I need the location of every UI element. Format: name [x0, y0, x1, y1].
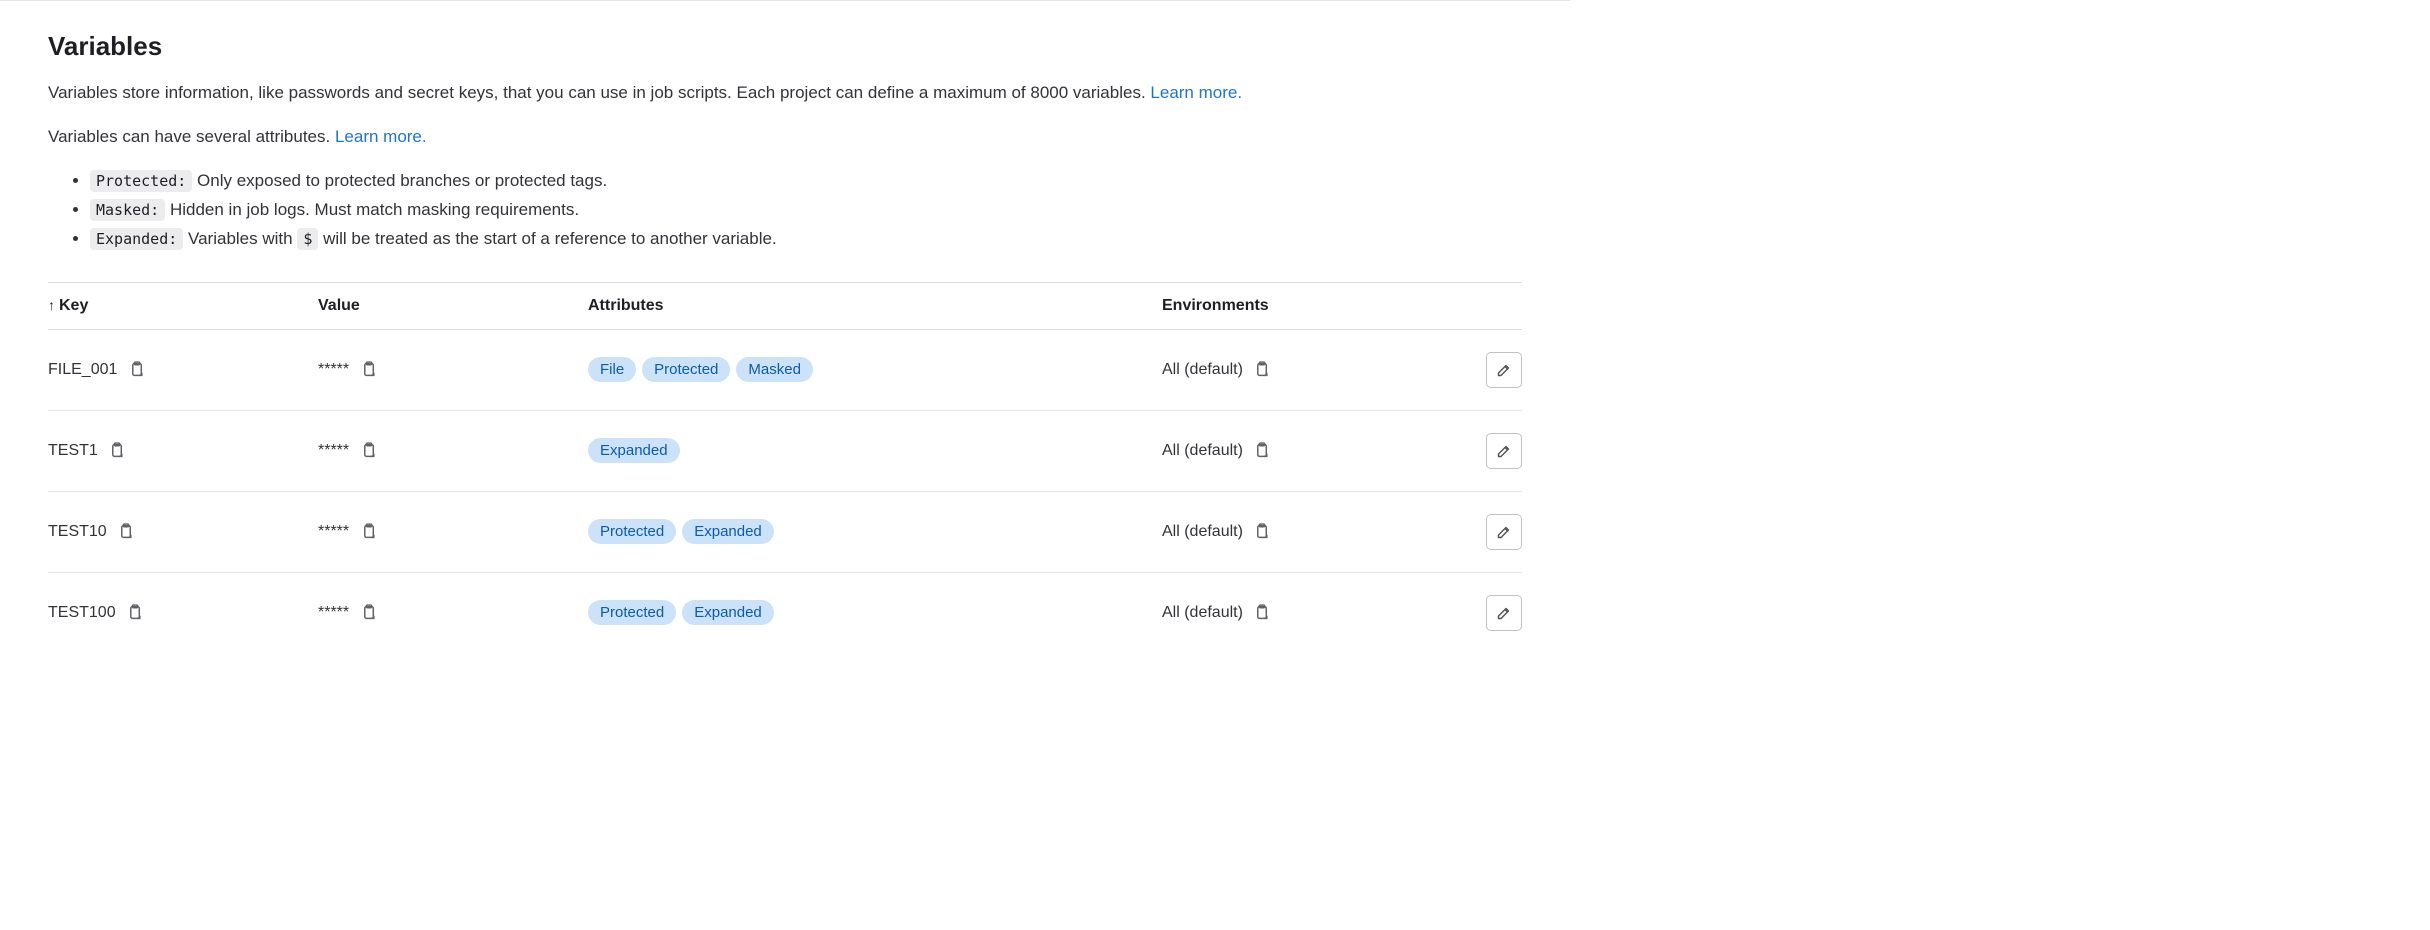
variable-key: FILE_001: [48, 361, 117, 378]
variable-environment: All (default): [1162, 442, 1243, 459]
variable-environment: All (default): [1162, 361, 1243, 378]
table-row: TEST100 ***** ProtectedExpanded All (defaul…: [48, 572, 1522, 653]
copy-key-button[interactable]: [106, 440, 128, 462]
attribute-badge: Expanded: [588, 438, 680, 464]
clipboard-icon: [360, 604, 377, 621]
clipboard-icon: [360, 523, 377, 540]
pencil-icon: [1496, 443, 1512, 459]
attr-def-protected: Protected: Only exposed to protected bra…: [90, 167, 1522, 196]
attribute-badge: Protected: [588, 519, 676, 545]
edit-variable-button[interactable]: [1486, 514, 1522, 550]
attr-def-expanded-pre: Variables with: [188, 229, 297, 248]
clipboard-icon: [1253, 604, 1270, 621]
attribute-definitions-list: Protected: Only exposed to protected bra…: [48, 167, 1522, 254]
edit-variable-button[interactable]: [1486, 352, 1522, 388]
clipboard-icon: [1253, 442, 1270, 459]
variables-table: ↑ Key Value Attributes Environments FILE_…: [48, 282, 1522, 653]
column-header-attributes[interactable]: Attributes: [588, 282, 1162, 329]
table-row: FILE_001 ***** FileProtectedMasked All (def…: [48, 329, 1522, 410]
variable-value: *****: [318, 604, 349, 621]
attr-def-masked: Masked: Hidden in job logs. Must match m…: [90, 196, 1522, 225]
column-header-key-label: Key: [59, 297, 88, 314]
copy-value-button[interactable]: [357, 440, 379, 462]
column-header-key[interactable]: ↑ Key: [48, 282, 318, 329]
variable-value: *****: [318, 523, 349, 540]
attribute-badge: Protected: [642, 357, 730, 383]
clipboard-icon: [108, 442, 125, 459]
attr-def-masked-text: Hidden in job logs. Must match masking r…: [170, 200, 579, 219]
sort-asc-icon: ↑: [48, 298, 55, 312]
copy-key-button[interactable]: [115, 521, 137, 543]
attr-def-protected-text: Only exposed to protected branches or pr…: [197, 171, 607, 190]
desc2-text: Variables can have several attributes.: [48, 127, 335, 146]
attribute-badge: File: [588, 357, 636, 383]
clipboard-icon: [117, 523, 134, 540]
attribute-badge: Masked: [736, 357, 813, 383]
variable-key: TEST10: [48, 523, 107, 540]
desc1-text: Variables store information, like passwo…: [48, 83, 1150, 102]
copy-value-button[interactable]: [357, 602, 379, 624]
copy-key-button[interactable]: [124, 602, 146, 624]
column-header-environments[interactable]: Environments: [1162, 282, 1462, 329]
variable-environment: All (default): [1162, 523, 1243, 540]
copy-environment-button[interactable]: [1251, 359, 1273, 381]
attribute-badge: Expanded: [682, 519, 774, 545]
page-title: Variables: [48, 31, 1522, 62]
clipboard-icon: [1253, 523, 1270, 540]
copy-value-button[interactable]: [357, 521, 379, 543]
code-dollar: $: [297, 228, 318, 250]
attribute-badge: Protected: [588, 600, 676, 626]
pencil-icon: [1496, 524, 1512, 540]
clipboard-icon: [126, 604, 143, 621]
attr-def-expanded-post: will be treated as the start of a refere…: [323, 229, 777, 248]
copy-environment-button[interactable]: [1251, 602, 1273, 624]
column-header-value[interactable]: Value: [318, 282, 588, 329]
edit-variable-button[interactable]: [1486, 595, 1522, 631]
copy-key-button[interactable]: [125, 359, 147, 381]
table-row: TEST1 ***** Expanded All (default): [48, 410, 1522, 491]
variable-key: TEST100: [48, 604, 116, 621]
variables-description: Variables store information, like passwo…: [48, 80, 1522, 106]
code-expanded: Expanded:: [90, 228, 183, 250]
clipboard-icon: [1253, 361, 1270, 378]
variable-value: *****: [318, 442, 349, 459]
clipboard-icon: [128, 361, 145, 378]
attr-def-expanded: Expanded: Variables with $ will be treat…: [90, 225, 1522, 254]
pencil-icon: [1496, 362, 1512, 378]
variable-key: TEST1: [48, 442, 98, 459]
copy-environment-button[interactable]: [1251, 440, 1273, 462]
attribute-badge: Expanded: [682, 600, 774, 626]
clipboard-icon: [360, 361, 377, 378]
pencil-icon: [1496, 605, 1512, 621]
copy-value-button[interactable]: [357, 359, 379, 381]
table-row: TEST10 ***** ProtectedExpanded All (default…: [48, 491, 1522, 572]
code-masked: Masked:: [90, 199, 165, 221]
learn-more-link-2[interactable]: Learn more.: [335, 127, 427, 146]
code-protected: Protected:: [90, 170, 192, 192]
variable-value: *****: [318, 361, 349, 378]
copy-environment-button[interactable]: [1251, 521, 1273, 543]
attributes-description: Variables can have several attributes. L…: [48, 124, 1522, 150]
variable-environment: All (default): [1162, 604, 1243, 621]
clipboard-icon: [360, 442, 377, 459]
learn-more-link-1[interactable]: Learn more.: [1150, 83, 1242, 102]
edit-variable-button[interactable]: [1486, 433, 1522, 469]
